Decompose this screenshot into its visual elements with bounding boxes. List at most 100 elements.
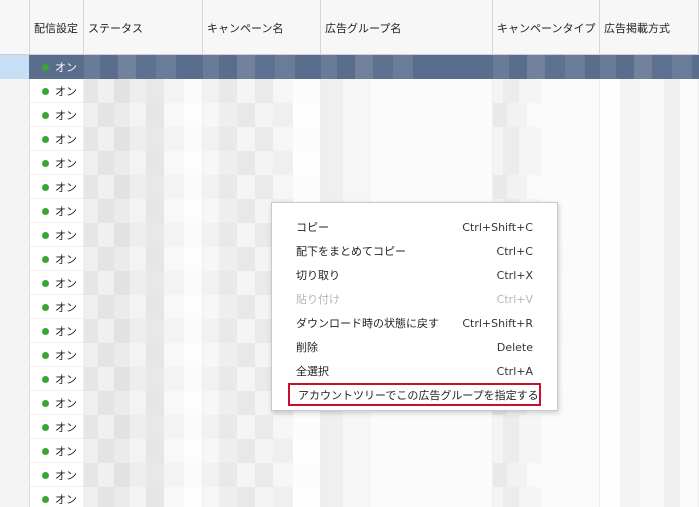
delivery-setting-cell[interactable]: オン [30,247,84,271]
header-row-selector[interactable] [0,0,30,55]
ad-group-name-cell[interactable] [321,487,493,507]
menu-item-revert-to-download[interactable]: ダウンロード時の状態に戻す Ctrl+Shift+R [272,311,557,335]
status-cell[interactable] [84,151,203,175]
delivery-setting-cell[interactable]: オン [30,367,84,391]
delivery-setting-cell[interactable]: オン [30,439,84,463]
campaign-name-cell[interactable] [203,175,321,199]
row-selector-cell[interactable] [0,415,30,439]
campaign-name-cell[interactable] [203,55,321,79]
ad-group-name-cell[interactable] [321,175,493,199]
ad-group-name-cell[interactable] [321,79,493,103]
status-cell[interactable] [84,391,203,415]
delivery-setting-cell[interactable]: オン [30,223,84,247]
ad-group-name-cell[interactable] [321,415,493,439]
ad-placement-cell[interactable] [600,199,699,223]
ad-placement-cell[interactable] [600,487,699,507]
status-cell[interactable] [84,79,203,103]
status-cell[interactable] [84,319,203,343]
header-campaign-type[interactable]: キャンペーンタイプ [493,0,600,55]
status-cell[interactable] [84,127,203,151]
status-cell[interactable] [84,343,203,367]
delivery-setting-cell[interactable]: オン [30,127,84,151]
delivery-setting-cell[interactable]: オン [30,295,84,319]
campaign-type-cell[interactable] [493,415,600,439]
delivery-setting-cell[interactable]: オン [30,103,84,127]
delivery-setting-cell[interactable]: オン [30,343,84,367]
table-row[interactable]: オン [0,55,699,79]
campaign-type-cell[interactable] [493,439,600,463]
table-row[interactable]: オン [0,175,699,199]
campaign-name-cell[interactable] [203,103,321,127]
menu-item-select-all[interactable]: 全選択 Ctrl+A [272,359,557,383]
menu-item-copy-with-children[interactable]: 配下をまとめてコピー Ctrl+C [272,239,557,263]
status-cell[interactable] [84,415,203,439]
row-selector-cell[interactable] [0,175,30,199]
ad-placement-cell[interactable] [600,367,699,391]
ad-placement-cell[interactable] [600,391,699,415]
header-ad-placement[interactable]: 広告掲載方式 [600,0,699,55]
campaign-name-cell[interactable] [203,151,321,175]
delivery-setting-cell[interactable]: オン [30,79,84,103]
campaign-type-cell[interactable] [493,487,600,507]
status-cell[interactable] [84,103,203,127]
menu-item-locate-in-account-tree[interactable]: アカウントツリーでこの広告グループを指定する [288,383,541,406]
status-cell[interactable] [84,463,203,487]
status-cell[interactable] [84,367,203,391]
row-selector-cell[interactable] [0,79,30,103]
ad-placement-cell[interactable] [600,247,699,271]
delivery-setting-cell[interactable]: オン [30,463,84,487]
ad-placement-cell[interactable] [600,223,699,247]
row-selector-cell[interactable] [0,295,30,319]
ad-placement-cell[interactable] [600,295,699,319]
delivery-setting-cell[interactable]: オン [30,151,84,175]
ad-placement-cell[interactable] [600,151,699,175]
status-cell[interactable] [84,439,203,463]
status-cell[interactable] [84,55,203,79]
ad-placement-cell[interactable] [600,175,699,199]
table-row[interactable]: オン [0,439,699,463]
delivery-setting-cell[interactable]: オン [30,199,84,223]
campaign-name-cell[interactable] [203,487,321,507]
ad-group-name-cell[interactable] [321,127,493,151]
ad-placement-cell[interactable] [600,127,699,151]
delivery-setting-cell[interactable]: オン [30,415,84,439]
delivery-setting-cell[interactable]: オン [30,271,84,295]
ad-placement-cell[interactable] [600,439,699,463]
row-selector-cell[interactable] [0,391,30,415]
delivery-setting-cell[interactable]: オン [30,175,84,199]
row-selector-cell[interactable] [0,343,30,367]
table-row[interactable]: オン [0,463,699,487]
ad-group-name-cell[interactable] [321,151,493,175]
ad-placement-cell[interactable] [600,79,699,103]
campaign-type-cell[interactable] [493,175,600,199]
ad-group-name-cell[interactable] [321,439,493,463]
campaign-name-cell[interactable] [203,79,321,103]
row-selector-cell[interactable] [0,223,30,247]
campaign-name-cell[interactable] [203,439,321,463]
row-selector-cell[interactable] [0,247,30,271]
status-cell[interactable] [84,223,203,247]
status-cell[interactable] [84,199,203,223]
ad-group-name-cell[interactable] [321,103,493,127]
delivery-setting-cell[interactable]: オン [30,319,84,343]
table-row[interactable]: オン [0,127,699,151]
campaign-type-cell[interactable] [493,79,600,103]
menu-item-delete[interactable]: 削除 Delete [272,335,557,359]
row-selector-cell[interactable] [0,55,30,79]
ad-placement-cell[interactable] [600,55,699,79]
campaign-type-cell[interactable] [493,55,600,79]
row-selector-cell[interactable] [0,463,30,487]
status-cell[interactable] [84,487,203,507]
row-selector-cell[interactable] [0,103,30,127]
table-row[interactable]: オン [0,103,699,127]
table-row[interactable]: オン [0,79,699,103]
header-campaign-name[interactable]: キャンペーン名 [203,0,321,55]
campaign-name-cell[interactable] [203,463,321,487]
ad-placement-cell[interactable] [600,343,699,367]
delivery-setting-cell[interactable]: オン [30,55,84,79]
status-cell[interactable] [84,175,203,199]
ad-group-name-cell[interactable] [321,55,493,79]
row-selector-cell[interactable] [0,319,30,343]
delivery-setting-cell[interactable]: オン [30,487,84,507]
ad-group-name-cell[interactable] [321,463,493,487]
